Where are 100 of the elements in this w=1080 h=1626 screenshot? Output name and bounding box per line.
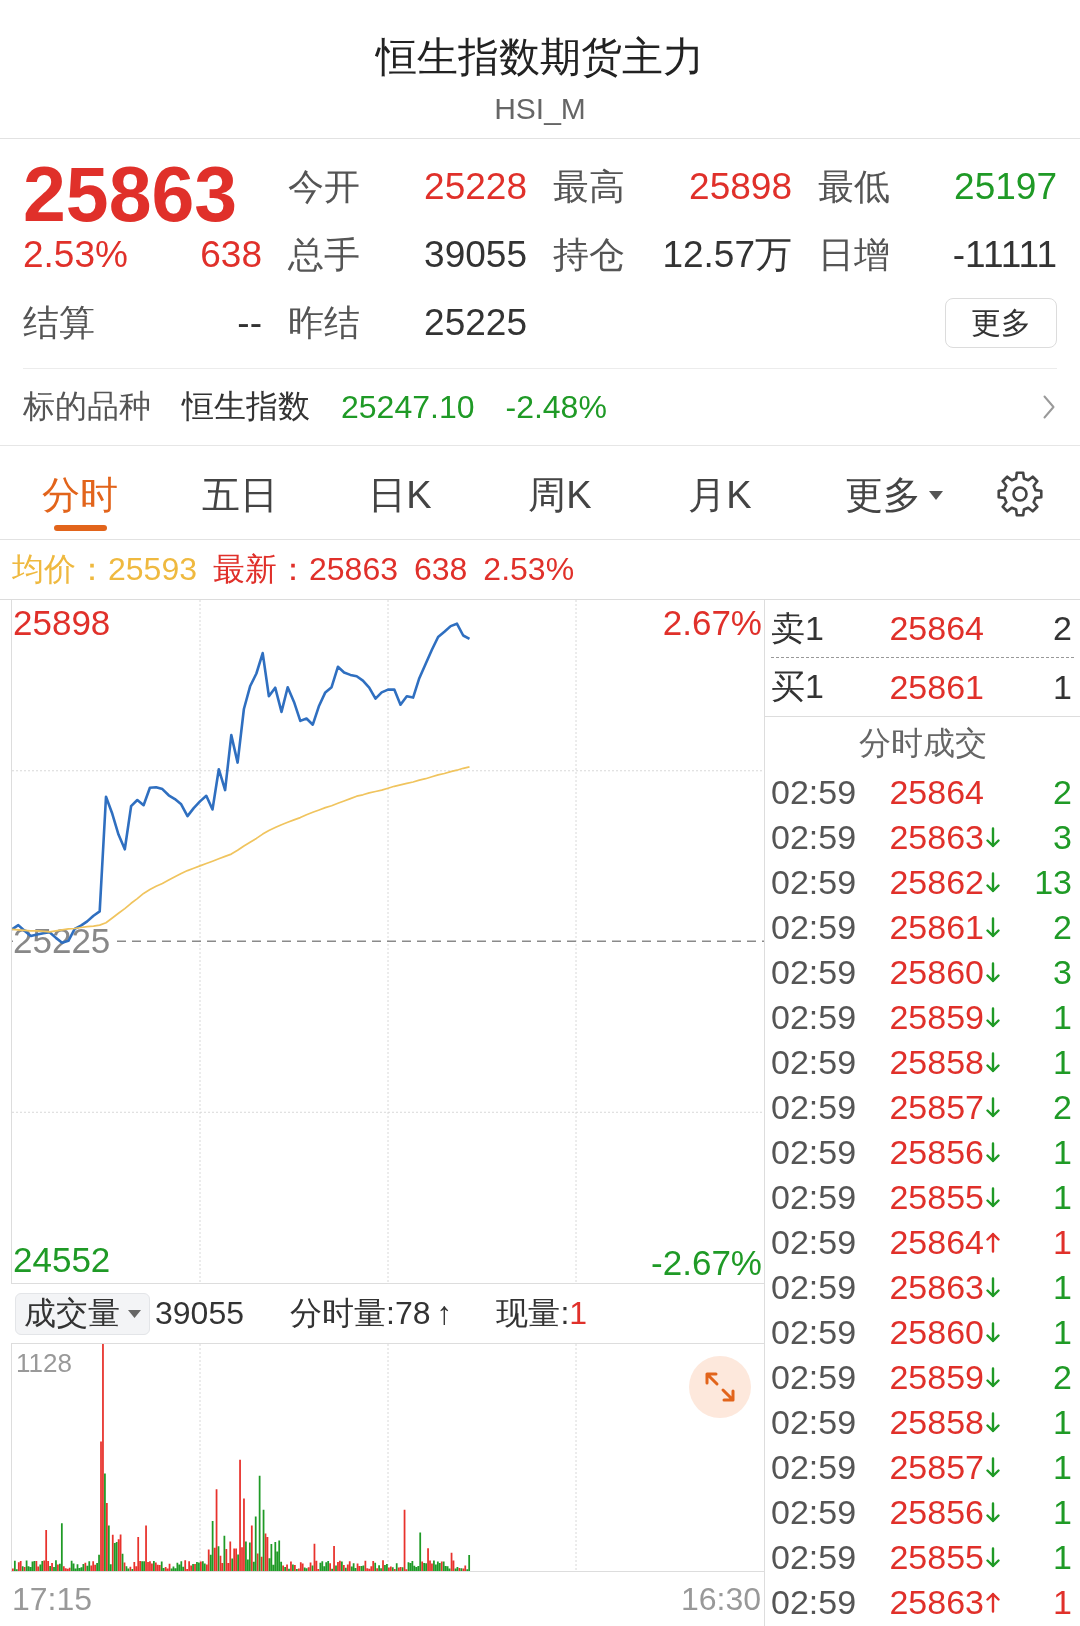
trade-price: 25858 (889, 1043, 984, 1082)
quote-label: 最低 (818, 164, 890, 209)
down-arrow-icon (986, 1322, 1000, 1343)
down-arrow-icon (986, 1007, 1000, 1028)
trade-volume: 1 (1053, 1583, 1072, 1622)
percent-axis-label: -2.67% (651, 1243, 762, 1283)
order-price: 25864 (889, 609, 984, 648)
trade-time: 02:59 (771, 1583, 858, 1622)
time-axis-label: 17:15 (12, 1580, 93, 1618)
trades-title: 分时成交 (858, 723, 987, 763)
down-arrow-icon (986, 917, 1000, 938)
trade-time: 02:59 (771, 818, 858, 857)
indicator-dropdown[interactable]: 成交量 (15, 1292, 150, 1335)
trade-time: 02:59 (771, 1043, 858, 1082)
trade-price: 25855 (889, 1178, 984, 1217)
down-arrow-icon (986, 1457, 1000, 1478)
up-arrow-icon (986, 1592, 1000, 1613)
trade-time: 02:59 (771, 1133, 858, 1172)
chart-tab[interactable]: 月K (684, 446, 756, 539)
minute-volume-arrow: ↑ (436, 1295, 453, 1332)
underlying-price: 25247.10 (341, 388, 475, 426)
down-arrow-icon (986, 1547, 1000, 1568)
trade-time: 02:59 (771, 1403, 858, 1442)
quote-value: 25225 (424, 302, 527, 344)
trade-price: 25864 (889, 1223, 984, 1262)
price-axis-label: 24552 (13, 1240, 111, 1281)
trade-price: 25864 (889, 773, 984, 812)
percent-axis-label: 2.67% (662, 603, 762, 643)
trade-price: 25863 (889, 818, 984, 857)
trade-time: 02:59 (771, 908, 858, 947)
quote-value: -- (237, 302, 262, 344)
trade-volume: 1 (1053, 1313, 1072, 1352)
instrument-code: HSI_M (494, 91, 586, 127)
up-arrow-icon (986, 1232, 1000, 1253)
settings-icon[interactable] (997, 470, 1043, 517)
trade-time: 02:59 (771, 863, 858, 902)
quote-label: 最高 (553, 164, 625, 209)
latest-quote: 638 (413, 551, 468, 588)
trade-volume: 1 (1053, 1223, 1072, 1262)
trade-price: 25863 (889, 1583, 984, 1622)
more-button[interactable]: 更多 (945, 298, 1057, 348)
caret-icon (929, 491, 943, 500)
trade-volume: 1 (1053, 1133, 1072, 1172)
quote-label: 今开 (288, 164, 360, 209)
quote-label: 持仓 (553, 232, 625, 277)
chevron-right-icon[interactable] (1043, 395, 1055, 419)
trade-time: 02:59 (771, 953, 858, 992)
trade-time: 02:59 (771, 1088, 858, 1127)
trade-volume: 1 (1053, 1178, 1072, 1217)
quote-value: 25898 (689, 166, 792, 208)
menu-tab[interactable]: 更多 (841, 446, 947, 539)
trade-price: 25861 (889, 908, 984, 947)
down-arrow-icon (986, 1367, 1000, 1388)
trade-time: 02:59 (771, 1538, 858, 1577)
trade-volume: 1 (1053, 1448, 1072, 1487)
order-price: 25861 (889, 667, 984, 707)
caret-icon (128, 1309, 141, 1318)
time-axis-label: 16:30 (680, 1580, 761, 1618)
trade-price: 25857 (889, 1448, 984, 1487)
average-price: 均价：25593 (12, 549, 197, 589)
quote-value: 25228 (424, 166, 527, 208)
volume-axis-label: 1128 (16, 1348, 72, 1378)
trade-volume: 1 (1053, 1538, 1072, 1577)
chart-tab[interactable]: 五日 (198, 446, 282, 539)
underlying-change: -2.48% (505, 388, 607, 426)
trade-price: 25860 (889, 1313, 984, 1352)
trade-volume: 13 (1034, 863, 1072, 902)
order-volume: 2 (1053, 609, 1072, 648)
order-volume: 1 (1053, 667, 1072, 707)
trade-price: 25858 (889, 1403, 984, 1442)
quote-label: 总手 (288, 232, 360, 277)
trade-volume: 2 (1053, 1088, 1072, 1127)
trade-time: 02:59 (771, 998, 858, 1037)
trade-time: 02:59 (771, 1178, 858, 1217)
change-amount: 638 (200, 234, 262, 276)
minute-volume: 分时量:78 (290, 1293, 431, 1333)
quote-label: 日增 (818, 232, 890, 277)
trade-volume: 2 (1053, 1358, 1072, 1397)
trade-price: 25859 (889, 998, 984, 1037)
quote-value: -11111 (952, 234, 1057, 276)
trade-time: 02:59 (771, 1493, 858, 1532)
down-arrow-icon (986, 1142, 1000, 1163)
trade-price: 25856 (889, 1133, 984, 1172)
trade-price: 25857 (889, 1088, 984, 1127)
trade-volume: 1 (1053, 1403, 1072, 1442)
chart-tab[interactable]: 周K (524, 446, 596, 539)
underlying-name: 恒生指数 (182, 387, 310, 426)
trade-time: 02:59 (771, 1313, 858, 1352)
quote-value: 12.57万 (662, 233, 792, 277)
latest-quote: 最新：25863 (213, 549, 398, 589)
latest-quote: 2.53% (483, 551, 575, 588)
down-arrow-icon (986, 1097, 1000, 1118)
trade-price: 25860 (889, 953, 984, 992)
change-percent: 2.53% (23, 234, 128, 276)
trade-time: 02:59 (771, 1268, 858, 1307)
down-arrow-icon (986, 1502, 1000, 1523)
trade-volume: 3 (1053, 818, 1072, 857)
chart-tab[interactable]: 日K (364, 446, 436, 539)
trade-volume: 2 (1053, 773, 1072, 812)
trade-volume: 1 (1053, 1268, 1072, 1307)
